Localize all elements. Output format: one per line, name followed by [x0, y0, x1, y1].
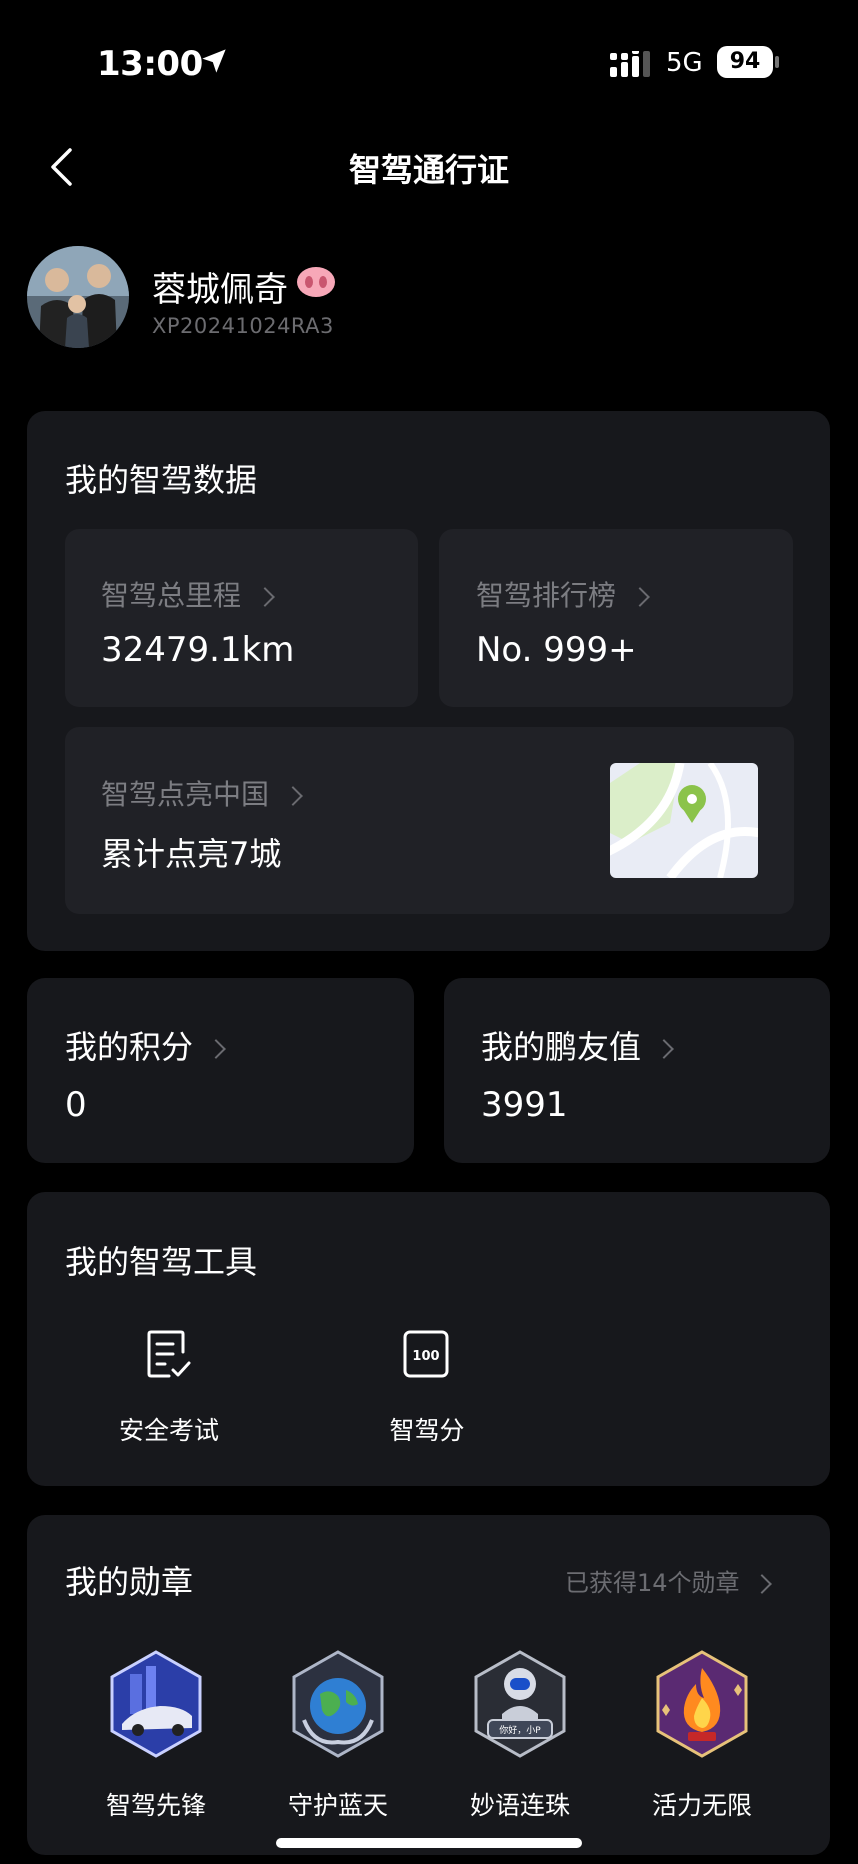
medal-item[interactable]: 活力无限 — [617, 1650, 787, 1820]
medal-label: 活力无限 — [651, 1791, 752, 1820]
ranking-value: No. 999+ — [476, 630, 637, 670]
medals-summary: 已获得14个勋章 — [565, 1569, 740, 1597]
chevron-right-icon — [752, 1574, 773, 1594]
smart-driving-data-title: 我的智驾数据 — [65, 461, 258, 499]
avatar[interactable] — [27, 246, 129, 348]
friend-value-label: 我的鹏友值 — [481, 1028, 642, 1066]
medal-item[interactable]: 智驾先锋 — [71, 1650, 241, 1820]
fire-medal-icon — [656, 1650, 748, 1758]
chevron-right-icon — [283, 786, 303, 806]
tools-title: 我的智驾工具 — [65, 1243, 258, 1281]
page-title: 智驾通行证 — [348, 151, 509, 189]
car-medal-icon — [110, 1650, 202, 1758]
points-label: 我的积分 — [65, 1028, 194, 1066]
medal-label: 智驾先锋 — [105, 1791, 206, 1820]
user-id: XP20241024RA3 — [152, 314, 334, 338]
pig-nose-icon — [297, 267, 335, 297]
exam-checklist-icon — [147, 1330, 191, 1378]
light-china-value: 累计点亮7城 — [101, 835, 282, 873]
friend-value-value: 3991 — [481, 1085, 568, 1125]
location-arrow-icon — [202, 49, 226, 73]
score-100-icon: 100 — [403, 1330, 449, 1378]
medal-label: 守护蓝天 — [287, 1791, 388, 1820]
map-thumbnail — [610, 763, 758, 878]
points-card[interactable] — [27, 978, 414, 1163]
medal-item[interactable]: 你好，小P 妙语连珠 — [435, 1650, 605, 1820]
network-type: 5G — [666, 48, 703, 78]
medal-item[interactable]: 守护蓝天 — [253, 1650, 423, 1820]
points-label-row: 我的积分 — [65, 1022, 227, 1068]
total-mileage-tile[interactable] — [65, 529, 418, 707]
total-mileage-label-row: 智驾总里程 — [101, 574, 275, 614]
svg-text:你好，小P: 你好，小P — [499, 1724, 541, 1736]
ranking-tile[interactable] — [439, 529, 793, 707]
svg-text:100: 100 — [412, 1349, 439, 1364]
tool-driving-score[interactable]: 100 智驾分 — [327, 1325, 527, 1455]
light-china-label: 智驾点亮中国 — [101, 778, 270, 811]
battery-cap — [775, 56, 779, 68]
chevron-right-icon — [206, 1039, 227, 1059]
tool-label: 安全考试 — [118, 1416, 219, 1445]
tool-safety-exam[interactable]: 安全考试 — [69, 1325, 269, 1455]
home-indicator[interactable] — [276, 1838, 582, 1848]
battery-indicator: 94 — [717, 46, 773, 78]
username: 蓉城佩奇 — [152, 270, 288, 310]
ranking-label: 智驾排行榜 — [476, 579, 617, 612]
ranking-label-row: 智驾排行榜 — [476, 574, 650, 614]
friend-value-card[interactable] — [444, 978, 830, 1163]
chevron-right-icon — [255, 587, 275, 607]
friend-value-label-row: 我的鹏友值 — [481, 1022, 675, 1068]
points-value: 0 — [65, 1085, 87, 1125]
light-china-label-row: 智驾点亮中国 — [101, 773, 303, 813]
robot-medal-icon: 你好，小P — [474, 1650, 566, 1758]
tool-label: 智驾分 — [389, 1416, 465, 1445]
total-mileage-value: 32479.1km — [101, 630, 295, 670]
medal-label: 妙语连珠 — [469, 1791, 570, 1820]
chevron-right-icon — [654, 1039, 675, 1059]
medals-title: 我的勋章 — [65, 1563, 194, 1601]
total-mileage-label: 智驾总里程 — [101, 579, 242, 612]
signal-icon — [610, 51, 650, 77]
earth-medal-icon — [292, 1650, 384, 1758]
status-time: 13:00 — [97, 44, 203, 84]
medals-summary-link[interactable]: 已获得14个勋章 — [565, 1563, 773, 1598]
chevron-right-icon — [630, 587, 650, 607]
